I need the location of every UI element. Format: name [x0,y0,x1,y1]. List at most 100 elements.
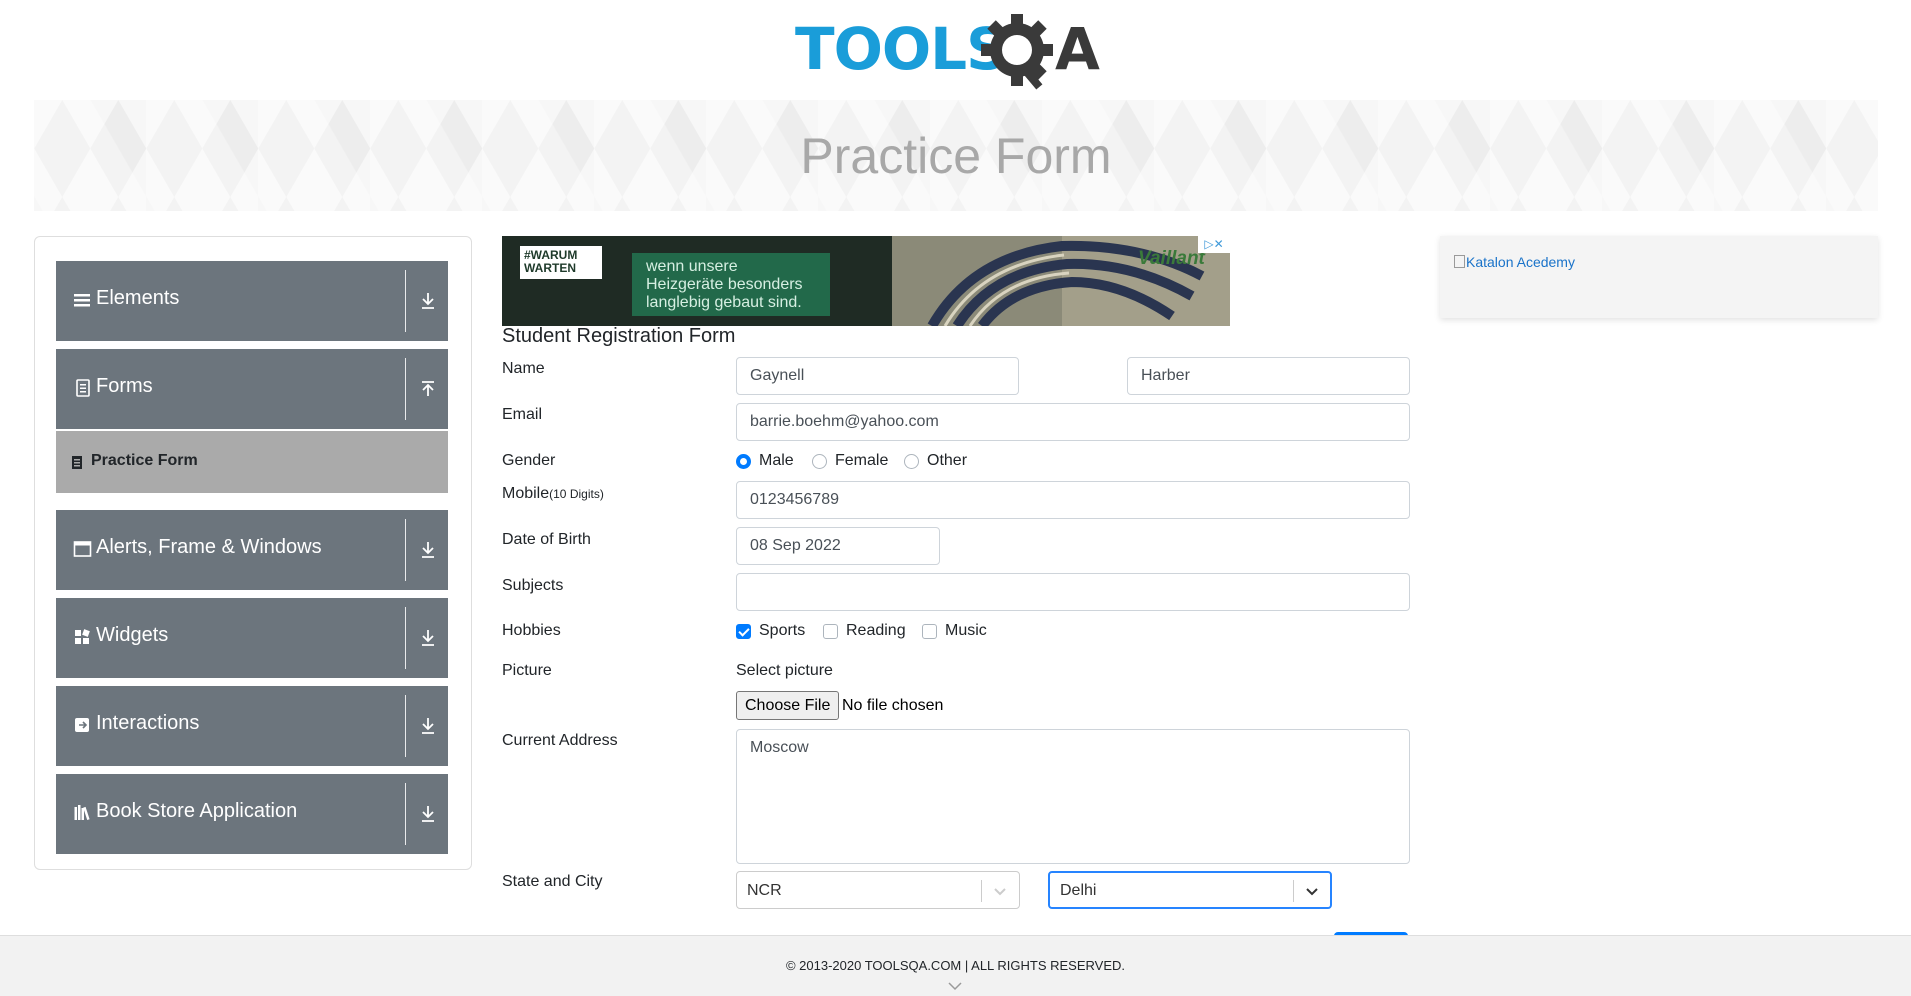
katalon-ad-link[interactable]: Katalon Acedemy [1454,254,1575,270]
interactions-icon [73,715,93,735]
name-label: Name [502,360,545,377]
select-picture-label: Select picture [736,662,833,679]
gender-option-label: Other [927,452,968,469]
sidebar-group-label: Alerts, Frame & Windows [96,536,322,558]
subjects-input[interactable] [736,573,1410,611]
email-input[interactable]: barrie.boehm@yahoo.com [736,403,1410,441]
state-city-label: State and City [502,873,603,890]
ad-brand: Vaillant [1138,248,1205,269]
advertisement-banner[interactable]: #WARUM WARTEN wenn unsere Heizgeräte bes… [502,236,1230,326]
ad-text: wenn unsere Heizgeräte besonders langleb… [632,253,830,316]
footer: © 2013-2020 TOOLSQA.COM | ALL RIGHTS RES… [0,935,1911,996]
gender-radio-female[interactable]: Female [812,452,888,470]
toolsqa-logo[interactable]: TOOLS A [795,14,1125,94]
page-banner: Practice Form [34,100,1878,211]
broken-image-icon [1454,255,1465,268]
current-address-textarea[interactable]: Moscow [736,729,1410,864]
download-arrow-icon[interactable] [419,716,437,736]
sidebar-item-label: Practice Form [91,452,198,469]
sidebar-item-practice-form[interactable]: Practice Form [56,431,448,493]
hobby-option-label: Music [945,622,987,639]
page-title: Practice Form [800,127,1112,184]
checkbox[interactable] [922,623,937,639]
choose-file-button[interactable]: Choose File [736,691,840,720]
download-arrow-icon[interactable] [419,628,437,648]
gender-label: Gender [502,452,556,469]
date-of-birth-input[interactable]: 08 Sep 2022 [736,527,940,565]
chevron-down-icon[interactable] [1303,882,1321,900]
sidebar-group-divider [405,607,406,669]
sidebar-group-label: Interactions [96,712,200,734]
download-arrow-icon[interactable] [419,804,437,824]
dob-label: Date of Birth [502,531,591,548]
logo-text-tools: TOOLS [795,15,1007,83]
sidebar-group-divider [405,695,406,757]
sidebar: Elements Forms Practice Form Alerts, Fra… [34,236,472,870]
city-select[interactable]: Delhi [1048,871,1332,909]
sidebar-group-label: Book Store Application [96,800,298,822]
hobby-checkbox-sports[interactable]: Sports [736,622,805,640]
hobbies-label: Hobbies [502,622,561,639]
gender-radio-other[interactable]: Other [904,452,967,470]
file-status: No file chosen [842,697,944,714]
city-value: Delhi [1060,882,1097,899]
widgets-icon [73,627,93,647]
hamburger-icon [73,290,93,310]
chevron-down-icon[interactable] [991,882,1009,900]
download-arrow-icon[interactable] [419,540,437,560]
mobile-label-text: Mobile [502,485,550,502]
document-icon [73,378,93,398]
subjects-label: Subjects [502,577,564,594]
hobby-option-label: Sports [759,622,806,639]
state-value: NCR [747,882,782,899]
gender-option-label: Female [835,452,889,469]
form-icon [70,455,84,470]
katalon-ad-alt-text: Katalon Acedemy [1466,254,1575,270]
footer-copyright: © 2013-2020 TOOLSQA.COM | ALL RIGHTS RES… [785,958,1126,973]
upload-arrow-icon[interactable] [419,379,437,399]
sidebar-group-alerts-frame-windows[interactable]: Alerts, Frame & Windows [56,510,448,590]
sidebar-group-divider [405,519,406,581]
select-divider [981,880,982,902]
sidebar-group-book-store[interactable]: Book Store Application [56,774,448,854]
state-select[interactable]: NCR [736,871,1020,909]
ad-image [502,236,1230,326]
sidebar-group-divider [405,270,406,332]
sidebar-group-forms[interactable]: Forms [56,349,448,429]
select-divider [1293,880,1294,902]
chevron-down-icon[interactable] [948,978,962,991]
window-icon [73,539,93,559]
side-advertisement[interactable]: Katalon Acedemy [1440,236,1878,318]
radio-button[interactable] [904,453,919,469]
mobile-input[interactable]: 0123456789 [736,481,1410,519]
sidebar-group-divider [405,358,406,420]
current-address-label: Current Address [502,732,618,749]
hobby-option-label: Reading [846,622,906,639]
picture-label: Picture [502,662,552,679]
radio-button[interactable] [736,453,751,469]
mobile-hint: (10 Digits) [549,487,604,501]
gender-radio-male[interactable]: Male [736,452,794,470]
sidebar-group-label: Forms [96,375,153,397]
gender-option-label: Male [759,452,794,469]
email-label: Email [502,406,543,423]
hobby-checkbox-music[interactable]: Music [922,622,987,640]
sidebar-group-divider [405,783,406,845]
form-title: Student Registration Form [502,325,736,347]
sidebar-group-interactions[interactable]: Interactions [56,686,448,766]
books-icon [73,803,93,823]
hobby-checkbox-reading[interactable]: Reading [823,622,906,640]
sidebar-group-widgets[interactable]: Widgets [56,598,448,678]
sidebar-group-elements[interactable]: Elements [56,261,448,341]
radio-button[interactable] [812,453,827,469]
first-name-input[interactable]: Gaynell [736,357,1019,395]
mobile-label: Mobile(10 Digits) [502,485,604,503]
checkbox[interactable] [823,623,838,639]
ad-badge: #WARUM WARTEN [520,246,602,279]
checkbox[interactable] [736,623,751,639]
sidebar-group-label: Elements [96,287,180,309]
ad-close-button[interactable]: ▷✕ [1198,236,1230,253]
download-arrow-icon[interactable] [419,291,437,311]
last-name-input[interactable]: Harber [1127,357,1410,395]
logo-text-a: A [1055,15,1100,83]
